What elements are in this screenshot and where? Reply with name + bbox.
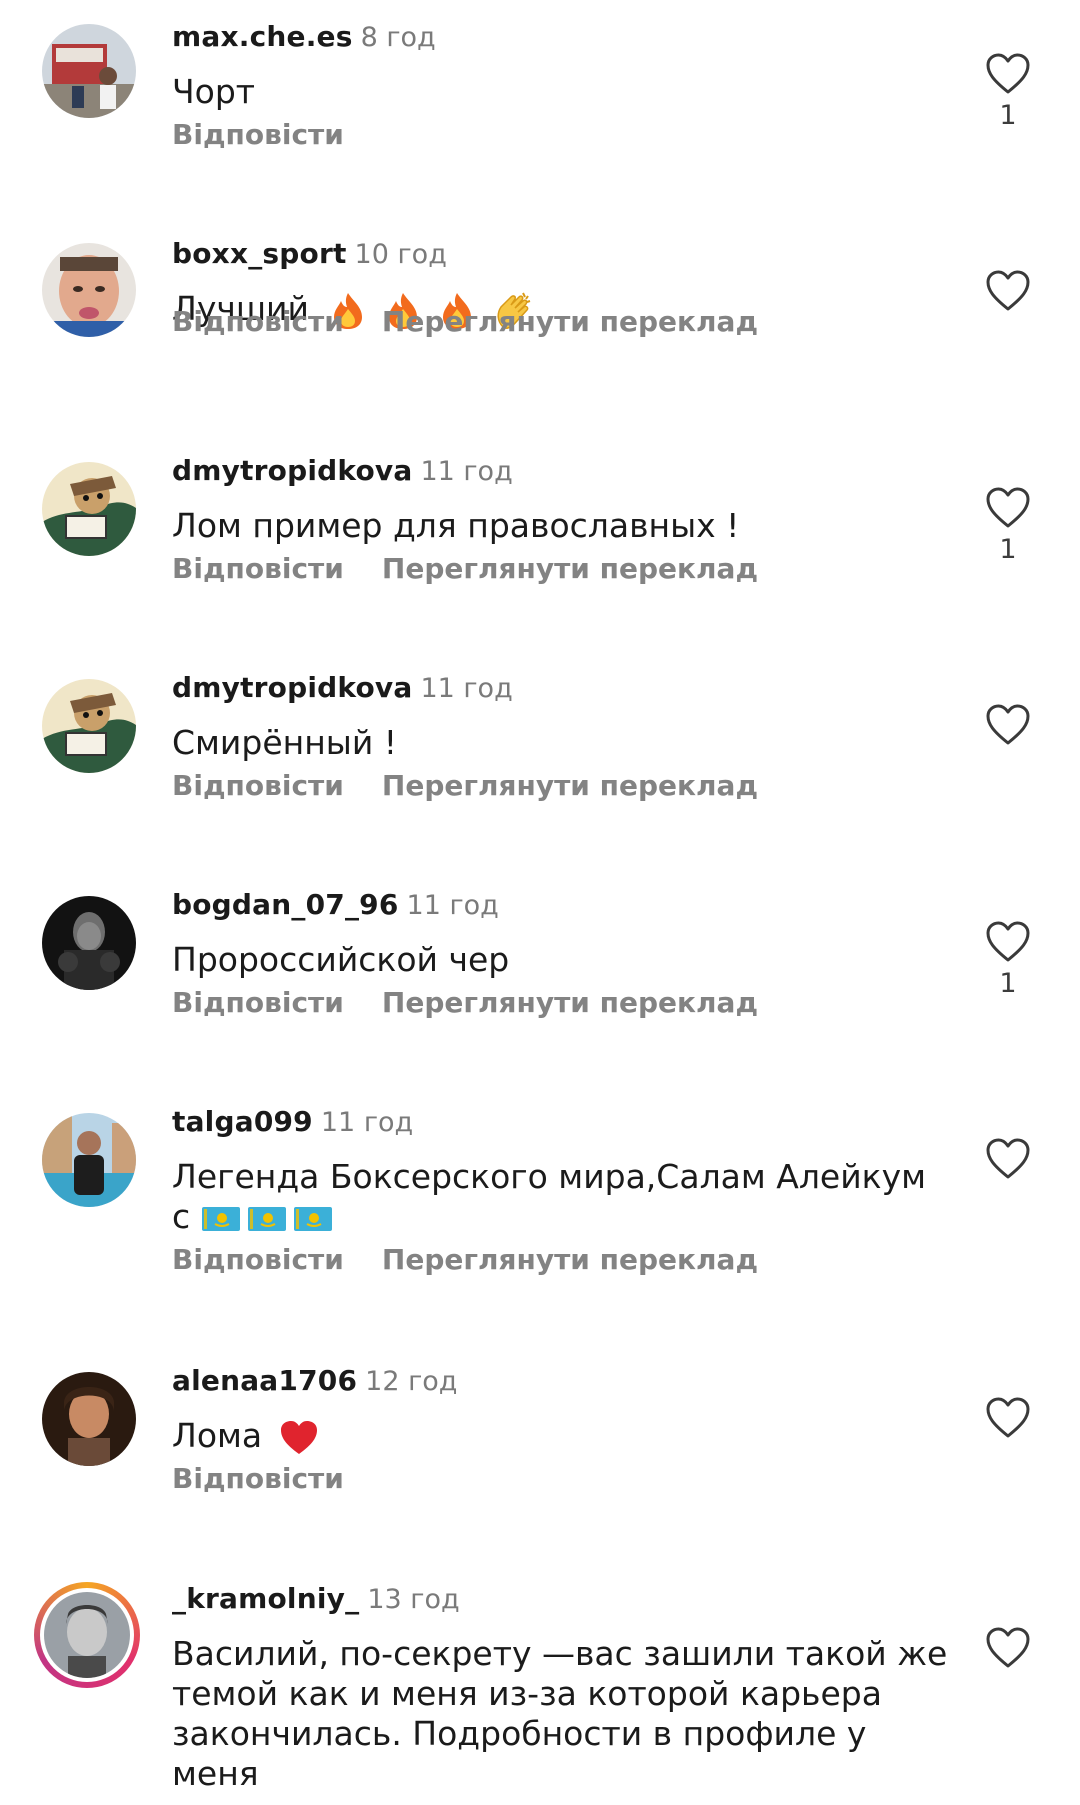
comment-actions: Відповісти Переглянути переклад [172, 769, 796, 802]
timestamp: 11 год [406, 890, 499, 921]
heart-icon[interactable] [985, 1626, 1031, 1670]
comment-text: Лом пример для православных ! [172, 506, 740, 545]
kazakhstan-flag-emoji [247, 1206, 286, 1231]
heart-icon[interactable] [985, 52, 1031, 96]
comment-meta: dmytropidkova 11 год [172, 454, 513, 494]
timestamp: 13 год [367, 1584, 460, 1615]
reply-button[interactable]: Відповісти [172, 1243, 344, 1276]
avatar[interactable] [42, 462, 136, 556]
red-heart-emoji [280, 1420, 317, 1454]
username[interactable]: max.che.es [172, 20, 353, 53]
reply-button[interactable]: Відповісти [172, 305, 344, 338]
username[interactable]: alenaa1706 [172, 1364, 357, 1397]
view-translation-button[interactable]: Переглянути переклад [382, 1243, 758, 1276]
reply-button[interactable]: Відповісти [172, 118, 344, 151]
avatar[interactable] [42, 679, 136, 773]
comment-actions: Відповісти [172, 1462, 382, 1495]
avatar[interactable] [42, 896, 136, 990]
reply-button[interactable]: Відповісти [172, 1462, 344, 1495]
timestamp: 10 год [354, 239, 447, 270]
comment-meta: max.che.es 8 год [172, 20, 436, 60]
avatar[interactable] [42, 24, 136, 118]
like-count: 1 [999, 968, 1017, 999]
comment-text-line2: с [172, 1197, 191, 1236]
username[interactable]: boxx_sport [172, 237, 347, 270]
heart-icon[interactable] [985, 486, 1031, 530]
timestamp: 8 год [360, 22, 436, 53]
username[interactable]: dmytropidkova [172, 671, 412, 704]
story-ring [40, 1588, 134, 1682]
timestamp: 11 год [320, 1107, 414, 1138]
view-translation-button[interactable]: Переглянути переклад [382, 305, 758, 338]
view-translation-button[interactable]: Переглянути переклад [382, 552, 758, 585]
comment-actions: Відповісти [172, 118, 382, 151]
comment-text: Василий, по-секрету —вас зашили такой же… [172, 1634, 948, 1793]
timestamp: 11 год [420, 456, 513, 487]
avatar[interactable] [42, 243, 136, 337]
heart-icon[interactable] [985, 703, 1031, 747]
comment-meta: alenaa1706 12 год [172, 1364, 457, 1404]
like-count: 1 [999, 534, 1017, 565]
reply-button[interactable]: Відповісти [172, 769, 344, 802]
heart-icon[interactable] [985, 1396, 1031, 1440]
username[interactable]: _kramolniy_ [172, 1582, 359, 1615]
comment-meta: _kramolniy_ 13 год [172, 1582, 460, 1622]
username[interactable]: talga099 [172, 1105, 313, 1138]
username[interactable]: dmytropidkova [172, 454, 412, 487]
timestamp: 11 год [420, 673, 513, 704]
view-translation-button[interactable]: Переглянути переклад [382, 986, 758, 1019]
like-count: 1 [999, 100, 1017, 131]
heart-icon[interactable] [985, 1137, 1031, 1181]
comment-meta: talga099 11 год [172, 1105, 413, 1145]
heart-icon[interactable] [985, 920, 1031, 964]
avatar[interactable] [42, 1113, 136, 1207]
comment-text: Пророссийской чер [172, 940, 510, 979]
comment-meta: dmytropidkova 11 год [172, 671, 513, 711]
kazakhstan-flag-emoji [201, 1206, 240, 1231]
comment-actions: Відповісти Переглянути переклад [172, 1243, 796, 1276]
reply-button[interactable]: Відповісти [172, 986, 344, 1019]
comment-text: Лома [172, 1416, 952, 1457]
heart-icon[interactable] [985, 269, 1031, 313]
view-translation-button[interactable]: Переглянути переклад [382, 769, 758, 802]
comment-text-content: Лома [172, 1416, 263, 1455]
comment-text-content: Легенда Боксерского мира,Салам Алейкум [172, 1157, 927, 1196]
reply-button[interactable]: Відповісти [172, 552, 344, 585]
comment-actions: Відповісти Переглянути переклад [172, 305, 796, 338]
comment-actions: Відповісти Переглянути переклад [172, 552, 796, 585]
comment-text: Чорт [172, 72, 255, 111]
avatar[interactable] [42, 1372, 136, 1466]
avatar[interactable] [34, 1582, 140, 1688]
comment-text: Смирённый ! [172, 723, 398, 762]
timestamp: 12 год [365, 1366, 458, 1397]
comment-text: Легенда Боксерского мира,Салам Алейкум с [172, 1157, 952, 1237]
kazakhstan-flag-emoji [293, 1206, 332, 1231]
comment-actions: Відповісти Переглянути переклад [172, 986, 796, 1019]
username[interactable]: bogdan_07_96 [172, 888, 399, 921]
comment-meta: boxx_sport 10 год [172, 237, 447, 277]
comment-meta: bogdan_07_96 11 год [172, 888, 499, 928]
